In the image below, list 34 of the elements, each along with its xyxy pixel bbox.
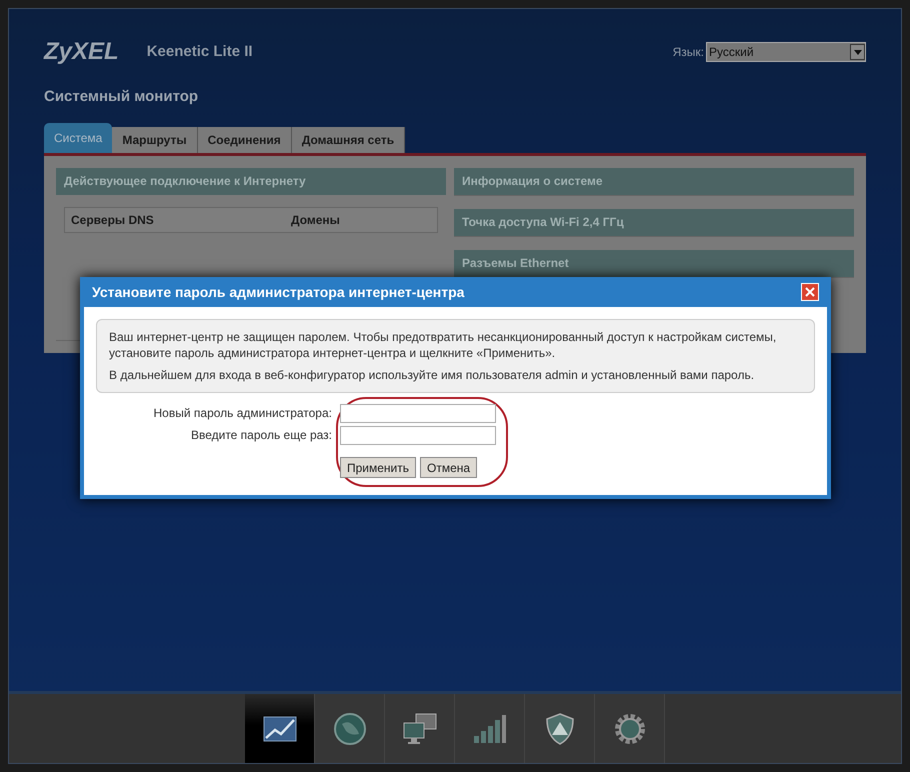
gear-icon (614, 712, 646, 744)
globe-icon (332, 712, 366, 746)
dialog-title: Установите пароль администратора интернет-центра (92, 282, 466, 302)
dialog-button[interactable]: Отмена (420, 457, 478, 478)
notice-text: Ваш интернет-центр не защищен паролем. Чтобы предотвратить несанкционированный доступ к настройкам системы, установите пароль администратора интернет-центра и щелкните «Применить». (109, 329, 778, 361)
language-label: Язык: (672, 44, 704, 61)
signal-icon (472, 714, 506, 744)
dock-button[interactable] (245, 694, 315, 763)
panel-header: Информация о системе (454, 168, 854, 194)
field-label: Введите пароль еще раз: (190, 427, 332, 444)
tab[interactable]: Система (44, 122, 112, 152)
panel-header: Разъемы Ethernet (454, 250, 854, 276)
panel-header: Точка доступа Wi-Fi 2,4 ГГц (454, 208, 854, 236)
panel-header: Действующее подключение к Интернету (56, 168, 446, 194)
close-button[interactable] (801, 283, 819, 301)
password-field[interactable] (340, 404, 496, 422)
brand-logo: ZyXEL (44, 37, 119, 67)
password-field[interactable] (340, 426, 496, 444)
tab[interactable]: Маршруты (112, 126, 198, 152)
column-header: Домены (291, 212, 340, 228)
page-title: Системный монитор (44, 87, 200, 107)
notice-text: В дальнейшем для входа в веб-конфигуратор используйте имя пользователя admin и установленный вами пароль. (109, 367, 756, 383)
dialog-button[interactable]: Применить (340, 457, 416, 478)
chart-icon (262, 716, 296, 742)
close-icon (805, 287, 815, 297)
field-label: Новый пароль администратора: (152, 405, 332, 422)
computers-icon (402, 712, 438, 744)
model-name: Keenetic Lite II (146, 42, 253, 62)
language-select[interactable]: Русский (706, 42, 866, 62)
shield-icon (546, 712, 574, 744)
dropdown-icon (850, 44, 865, 60)
tab[interactable]: Домашняя сеть (292, 126, 406, 152)
tab[interactable]: Соединения (198, 126, 292, 152)
column-header: Серверы DNS (70, 212, 155, 228)
